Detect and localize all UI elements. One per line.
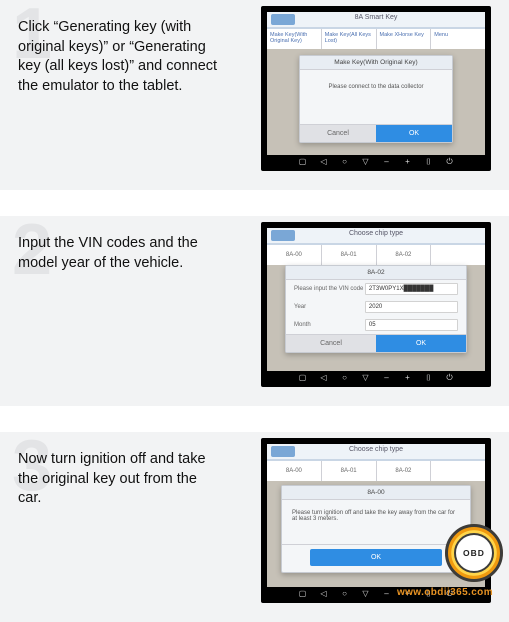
home-icon[interactable]: ○ [340,589,349,598]
home-icon[interactable]: ○ [340,157,349,166]
year-input[interactable]: 2020 [365,301,458,313]
dialog-buttons: OK [282,544,470,572]
dialog-message: Please connect to the data collector [300,70,452,124]
tablet-screen: Choose chip type 8A-00 8A-01 8A-02 8A-02… [267,228,485,371]
soft-keys: ▢ ◁ ○ ▽ – + ⌷ ⏻ [267,373,485,384]
year-row: Year 2020 [286,298,466,316]
dialog: 8A-02 Please input the VIN code 2T3W0PY1… [285,265,467,353]
screen-title: 8A Smart Key [267,14,485,21]
vol-down-icon[interactable]: – [382,373,391,382]
screen-body: 8A-02 Please input the VIN code 2T3W0PY1… [267,265,485,371]
spacer-1 [0,190,509,216]
month-label: Month [294,322,365,328]
screen-title: Choose chip type [267,230,485,237]
obd-badge-icon: OBD [445,524,503,582]
power-icon[interactable]: ⏻ [445,373,454,382]
ok-button[interactable]: OK [376,125,452,142]
chip-empty [431,461,485,483]
tab-menu[interactable]: Menu [431,29,485,51]
camera-icon[interactable]: ⌷ [424,373,433,382]
chip-8a00[interactable]: 8A-00 [267,245,322,267]
month-input[interactable]: 05 [365,319,458,331]
ok-button[interactable]: OK [376,335,466,352]
topbar: 8A Smart Key [267,12,485,29]
down-icon[interactable]: ▽ [361,157,370,166]
recent-icon[interactable]: ▢ [298,157,307,166]
dialog-title: 8A-00 [282,486,470,500]
vin-input[interactable]: 2T3W0PY1X███████ [365,283,458,295]
down-icon[interactable]: ▽ [361,589,370,598]
dialog: Make Key(With Original Key) Please conne… [299,55,453,143]
back-icon[interactable]: ◁ [319,373,328,382]
dialog-buttons: Cancel OK [286,334,466,352]
vol-up-icon[interactable]: + [403,373,412,382]
back-icon[interactable]: ◁ [319,157,328,166]
vol-up-icon[interactable]: + [403,157,412,166]
chip-empty [431,245,485,267]
tab-xhorse[interactable]: Make XHorse Key [377,29,432,51]
step-1: 1 Click “Generating key (with original k… [0,0,509,190]
dialog-title: 8A-02 [286,266,466,280]
screen-body: Make Key(With Original Key) Please conne… [267,49,485,155]
vin-row: Please input the VIN code 2T3W0PY1X█████… [286,280,466,298]
recent-icon[interactable]: ▢ [298,373,307,382]
chip-8a01[interactable]: 8A-01 [322,461,377,483]
step-2-text: Input the VIN codes and the model year o… [18,230,223,273]
step-3-tablet: Choose chip type 8A-00 8A-01 8A-02 8A-00… [261,438,491,603]
watermark-url: www.obdii365.com [397,587,493,598]
tablet-screen: 8A Smart Key Make Key(With Original Key)… [267,12,485,155]
step-2: 2 Input the VIN codes and the model year… [0,216,509,406]
tab-make-lost[interactable]: Make Key(All Keys Lost) [322,29,377,51]
chip-8a01[interactable]: 8A-01 [322,245,377,267]
home-icon[interactable]: ○ [340,373,349,382]
vin-label: Please input the VIN code [294,286,365,292]
back-icon[interactable]: ◁ [319,589,328,598]
recent-icon[interactable]: ▢ [298,589,307,598]
soft-keys: ▢ ◁ ○ ▽ – + ⌷ ⏻ [267,157,485,168]
camera-icon[interactable]: ⌷ [424,157,433,166]
step-3-text: Now turn ignition off and take the origi… [18,446,223,509]
step-2-tablet: Choose chip type 8A-00 8A-01 8A-02 8A-02… [261,222,491,387]
power-icon[interactable]: ⏻ [445,157,454,166]
dialog-message: Please turn ignition off and take the ke… [282,500,470,544]
cancel-button[interactable]: Cancel [286,335,376,352]
vol-down-icon[interactable]: – [382,157,391,166]
topbar: Choose chip type [267,444,485,461]
step-1-text: Click “Generating key (with original key… [18,14,223,96]
spacer-2 [0,406,509,432]
topbar: Choose chip type [267,228,485,245]
cancel-button[interactable]: Cancel [300,125,376,142]
ok-button[interactable]: OK [310,549,442,566]
chip-8a02[interactable]: 8A-02 [377,461,432,483]
down-icon[interactable]: ▽ [361,373,370,382]
chip-8a02[interactable]: 8A-02 [377,245,432,267]
dialog-title: Make Key(With Original Key) [300,56,452,70]
tab-make-original[interactable]: Make Key(With Original Key) [267,29,322,51]
dialog: 8A-00 Please turn ignition off and take … [281,485,471,573]
badge-text: OBD [454,533,494,573]
dialog-buttons: Cancel OK [300,124,452,142]
vol-down-icon[interactable]: – [382,589,391,598]
month-row: Month 05 [286,316,466,334]
year-label: Year [294,304,365,310]
chip-8a00[interactable]: 8A-00 [267,461,322,483]
screen-title: Choose chip type [267,446,485,453]
step-1-tablet: 8A Smart Key Make Key(With Original Key)… [261,6,491,171]
